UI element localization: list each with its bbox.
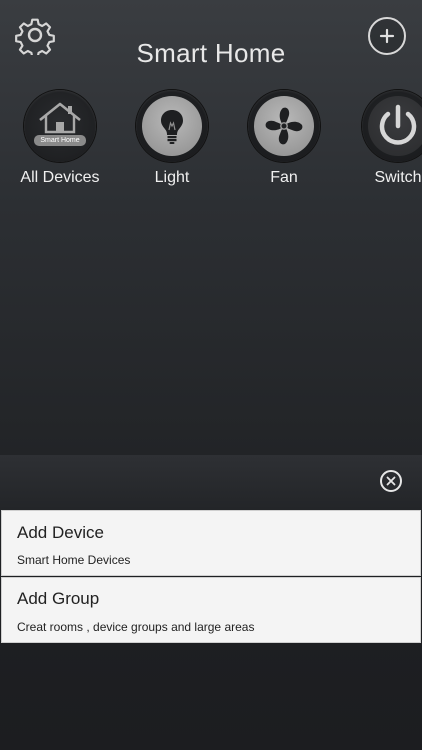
switch-disc <box>368 96 422 156</box>
close-menu-button[interactable] <box>380 470 402 492</box>
add-device-title: Add Device <box>17 523 104 542</box>
page-title: Smart Home <box>136 38 286 68</box>
close-icon <box>386 476 396 486</box>
category-switch[interactable]: Switch <box>343 90 422 187</box>
plus-icon <box>379 28 395 44</box>
category-label: Fan <box>270 169 298 186</box>
light-disc <box>142 96 202 156</box>
add-button[interactable] <box>368 17 406 55</box>
lightbulb-icon <box>161 110 183 144</box>
add-group-option[interactable]: Add Group Creat rooms , device groups an… <box>1 577 421 643</box>
add-group-title: Add Group <box>17 589 100 608</box>
add-group-subtitle: Creat rooms , device groups and large ar… <box>17 620 255 634</box>
fan-icon <box>265 107 303 145</box>
category-light[interactable]: Light <box>117 90 227 187</box>
add-device-subtitle: Smart Home Devices <box>17 553 131 567</box>
fan-disc <box>254 96 314 156</box>
category-all-devices-circle: Smart Home <box>24 90 96 162</box>
power-icon <box>379 104 417 145</box>
category-light-circle <box>136 90 208 162</box>
category-all-devices[interactable]: Smart Home All Devices <box>5 90 115 187</box>
smart-home-badge: Smart Home <box>34 135 86 146</box>
category-label: Switch <box>374 169 422 186</box>
house-icon <box>39 102 81 134</box>
category-label: Light <box>154 169 190 186</box>
category-fan-circle <box>248 90 320 162</box>
category-fan[interactable]: Fan <box>229 90 339 187</box>
category-switch-circle <box>362 90 422 162</box>
category-label: All Devices <box>20 169 100 186</box>
add-device-option[interactable]: Add Device Smart Home Devices <box>1 510 421 576</box>
